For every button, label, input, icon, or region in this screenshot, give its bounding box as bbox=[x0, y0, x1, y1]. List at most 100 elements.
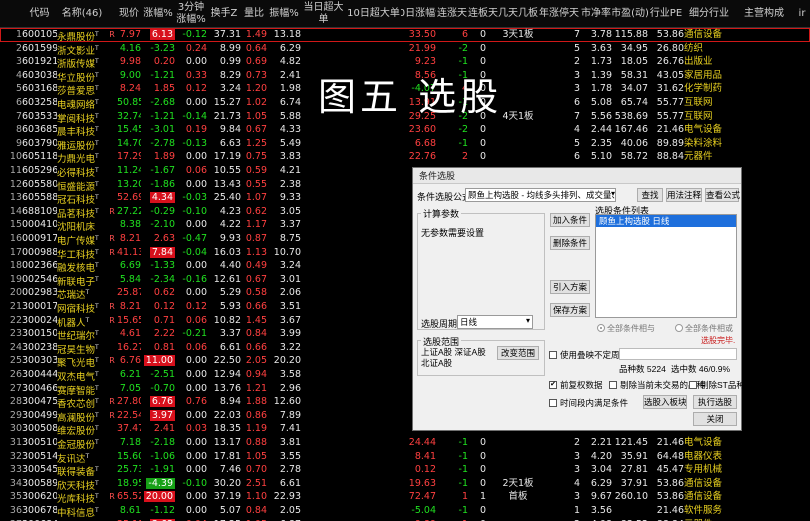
formula-value: 顾鱼上构选股 - 均线多头排列、成交量、涨跌幅 bbox=[468, 190, 615, 200]
table-cell bbox=[107, 327, 117, 341]
column-header[interactable]: 连板天 bbox=[468, 0, 498, 28]
table-row[interactable]: 2 601599 浙文影业T 4.16 -3.23 0.24 8.99 0.64 6.29 21.… bbox=[0, 42, 810, 56]
table-cell: 雅运股份T bbox=[57, 139, 99, 151]
table-cell: 22.03 bbox=[213, 409, 241, 421]
table-row[interactable]: 37300684中石科技T 25.113.630.0417.251.056.87 9… bbox=[0, 518, 810, 521]
table-cell: 300510 bbox=[22, 437, 57, 448]
table-cell: 603685 bbox=[22, 124, 57, 136]
table-row[interactable]: 32300514友讯达T 15.60 -1.06 0.00 17.81 1.05 3.55 8… bbox=[0, 450, 810, 464]
table-cell: 1.05 bbox=[245, 450, 267, 462]
table-cell: 0 bbox=[479, 464, 487, 476]
column-header[interactable] bbox=[107, 0, 117, 28]
table-cell: -0.10 bbox=[182, 205, 207, 217]
column-header[interactable]: 振幅% bbox=[267, 0, 301, 28]
table-row[interactable]: 35300620光库科技T R65.5220.00 0.00 37.19 1.10 22.… bbox=[0, 490, 810, 504]
table-row[interactable]: 31 300510 金冠股份T 7.18 -2.18 0.00 13.17 0.88 3.81 2… bbox=[0, 436, 810, 450]
table-row[interactable]: 36 300678 中科信息T 8.61 -1.12 0.00 5.07 0.84 2.05 -5… bbox=[0, 504, 810, 518]
find-button[interactable]: 查找 bbox=[637, 188, 663, 202]
close-button[interactable]: 关闭 bbox=[693, 412, 737, 426]
table-cell: 0.59 bbox=[245, 165, 267, 176]
column-header[interactable]: 细分行业 bbox=[684, 0, 734, 28]
table-cell bbox=[107, 477, 117, 491]
column-header[interactable]: 当日超大单 bbox=[301, 0, 346, 28]
chevron-down-icon[interactable]: ▾ bbox=[526, 316, 530, 325]
table-cell: 3.63 bbox=[590, 42, 612, 54]
table-cell bbox=[107, 422, 117, 436]
use-period-checkbox[interactable]: 使用叠映不定周期 bbox=[549, 349, 628, 361]
time-cond-checkbox[interactable]: 时间段内满足条件 bbox=[549, 397, 628, 409]
view-formula-button[interactable]: 查看公式 bbox=[705, 188, 740, 202]
column-header[interactable]: 代码 bbox=[22, 0, 57, 28]
add-condition-button[interactable]: 加入条件 bbox=[550, 213, 590, 227]
column-header[interactable]: 市净率 bbox=[580, 0, 612, 28]
table-cell: 家居用品 bbox=[684, 69, 723, 81]
column-header[interactable] bbox=[0, 0, 22, 28]
column-header[interactable]: 3分钟涨幅% bbox=[175, 0, 207, 28]
table-cell bbox=[301, 286, 346, 300]
table-cell: 2.44 bbox=[590, 124, 612, 136]
table-cell: 赛摩智能T bbox=[57, 384, 99, 396]
table-cell: 58.31 bbox=[620, 69, 648, 81]
period-select[interactable]: 日线 bbox=[457, 315, 533, 329]
table-cell: 40.06 bbox=[620, 137, 648, 149]
load-plan-button[interactable]: 引入方案 bbox=[550, 280, 590, 294]
table-cell: 17.81 bbox=[213, 450, 241, 462]
table-cell: 0.00 bbox=[185, 505, 207, 516]
column-header[interactable]: 几天几板 bbox=[498, 0, 538, 28]
table-cell bbox=[346, 382, 401, 396]
table-cell: -0.70 bbox=[150, 382, 175, 394]
column-header[interactable]: 10日超大单 bbox=[346, 0, 401, 28]
table-row[interactable]: 10605118力鼎光电T 17.29 1.89 0.00 17.19 0.75 3.83 2… bbox=[0, 150, 810, 164]
table-cell: 24.44 bbox=[408, 437, 436, 448]
table-row[interactable]: 33300545联得装备T 25.73 -1.91 0.00 7.46 0.70 2.78 0… bbox=[0, 463, 810, 477]
table-cell: -0.12 bbox=[182, 29, 207, 40]
table-cell: 0.12 bbox=[185, 83, 207, 95]
table-cell: 3.37 bbox=[279, 219, 301, 231]
run-filter-button[interactable]: 执行选股 bbox=[693, 395, 737, 409]
column-header[interactable]: 市盈(动) bbox=[612, 0, 648, 28]
table-cell bbox=[734, 327, 794, 341]
table-row[interactable]: 8603685晨丰科技T 15.45 -3.01 0.19 9.84 0.67 4.33 23… bbox=[0, 123, 810, 137]
column-header[interactable]: 主营构成 bbox=[734, 0, 794, 28]
change-range-button[interactable]: 改变范围 bbox=[497, 346, 539, 360]
column-header[interactable]: 年涨停天 bbox=[538, 0, 580, 28]
table-row[interactable]: 9603790雅运股份T 14.70 -2.78 -0.13 6.63 1.25 5.49 6… bbox=[0, 137, 810, 151]
table-cell: 53.86 bbox=[656, 491, 684, 503]
table-cell: 13.43 bbox=[213, 178, 241, 190]
to-board-button[interactable]: 选股入板块 bbox=[643, 395, 687, 409]
table-cell: 37.31 bbox=[213, 29, 241, 40]
formula-select[interactable]: 顾鱼上构选股 - 均线多头排列、成交量、涨跌幅 bbox=[465, 188, 616, 202]
column-header[interactable]: ir bbox=[794, 0, 810, 28]
table-cell bbox=[346, 354, 401, 368]
table-cell: 7.97 bbox=[119, 29, 141, 40]
table-cell bbox=[346, 178, 401, 192]
table-cell: 网宿科技T bbox=[57, 303, 99, 314]
column-header[interactable]: 现价 bbox=[117, 0, 141, 28]
table-row[interactable]: 34300589欣天科技T 18.95 -4.39 -0.10 30.20 2.51 6.6… bbox=[0, 477, 810, 491]
table-cell: 高澜股份T bbox=[57, 411, 99, 423]
and-radio[interactable]: 全部条件相与 bbox=[597, 323, 655, 334]
stock-filter-dialog[interactable]: 条件选股 条件选股公式 顾鱼上构选股 - 均线多头排列、成交量、涨跌幅 ▾ 查找… bbox=[412, 167, 745, 431]
condition-list-item[interactable]: 顾鱼上构选股 日线 bbox=[596, 215, 736, 227]
column-header[interactable]: 20日涨幅% bbox=[401, 0, 436, 28]
column-header[interactable]: 名称(46) bbox=[57, 0, 107, 28]
table-cell: 1.49 bbox=[245, 29, 267, 40]
column-header[interactable]: 换手Z bbox=[207, 0, 241, 28]
table-cell: 300444 bbox=[22, 369, 57, 380]
table-cell bbox=[612, 504, 648, 518]
chevron-down-icon[interactable]: ▾ bbox=[611, 189, 615, 198]
column-header[interactable]: 量比 bbox=[241, 0, 267, 28]
delete-condition-button[interactable]: 删除条件 bbox=[550, 236, 590, 250]
rm-st-checkbox[interactable]: 剔除ST品种 bbox=[689, 379, 745, 391]
table-cell bbox=[346, 490, 401, 504]
table-cell: 4 bbox=[573, 477, 580, 489]
column-header[interactable]: 行业PE bbox=[648, 0, 684, 28]
usage-button[interactable]: 用法注释 bbox=[666, 188, 702, 202]
or-radio[interactable]: 全部条件相或 bbox=[675, 323, 733, 334]
save-plan-button[interactable]: 保存方案 bbox=[550, 303, 590, 317]
column-header[interactable]: 涨幅% bbox=[141, 0, 175, 28]
column-header[interactable]: 连涨天 bbox=[436, 0, 468, 28]
fq-checkbox[interactable]: ✔ 前复权数据 bbox=[549, 379, 603, 391]
condition-list[interactable]: 顾鱼上构选股 日线 bbox=[595, 214, 737, 318]
table-row[interactable]: 1 600105 永鼎股份T R 7.97 6.13 -0.12 37.31 1.49 13.18… bbox=[0, 28, 810, 42]
